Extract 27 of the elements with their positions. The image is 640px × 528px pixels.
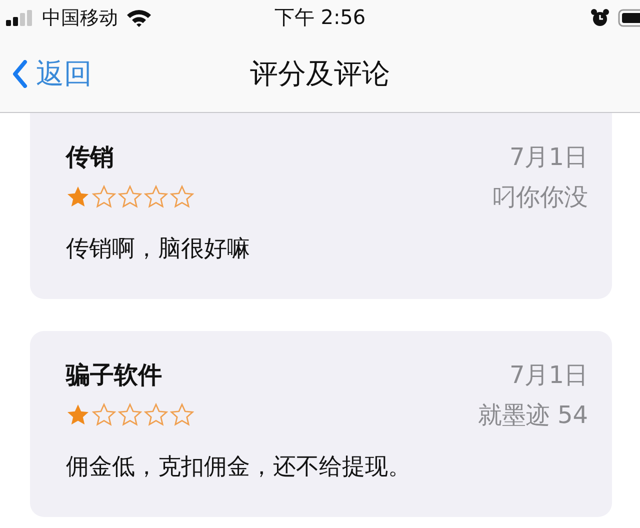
review-date: 7月1日 xyxy=(509,142,588,173)
back-button[interactable]: 返回 xyxy=(0,54,92,92)
chevron-left-icon xyxy=(12,60,28,88)
empty-star-icon xyxy=(144,185,168,209)
empty-star-icon xyxy=(92,185,116,209)
review-date: 7月1日 xyxy=(509,360,588,391)
signal-icon xyxy=(6,10,34,26)
status-time: 下午 2:56 xyxy=(274,4,366,31)
review-text: 传销啊，脑很好嘛 xyxy=(66,235,251,264)
review-title: 传销 xyxy=(66,142,114,173)
screen-title: 评分及评论 xyxy=(250,56,390,92)
empty-star-icon xyxy=(170,185,194,209)
review-author: 就墨迹 54 xyxy=(478,400,588,431)
carrier-name: 中国移动 xyxy=(42,6,118,30)
empty-star-icon xyxy=(118,403,142,427)
review-text: 佣金低，克扣佣金，还不给提现。 xyxy=(66,453,412,482)
empty-star-icon xyxy=(118,185,142,209)
filled-star-icon xyxy=(66,185,90,209)
alarm-icon xyxy=(590,8,610,28)
battery-icon xyxy=(618,8,640,28)
filled-star-icon xyxy=(66,403,90,427)
wifi-icon xyxy=(126,8,152,28)
review-author: 叼你你没 xyxy=(492,182,588,213)
empty-star-icon xyxy=(144,403,168,427)
empty-star-icon xyxy=(92,403,116,427)
review-title: 骗子软件 xyxy=(66,360,162,391)
empty-star-icon xyxy=(170,403,194,427)
